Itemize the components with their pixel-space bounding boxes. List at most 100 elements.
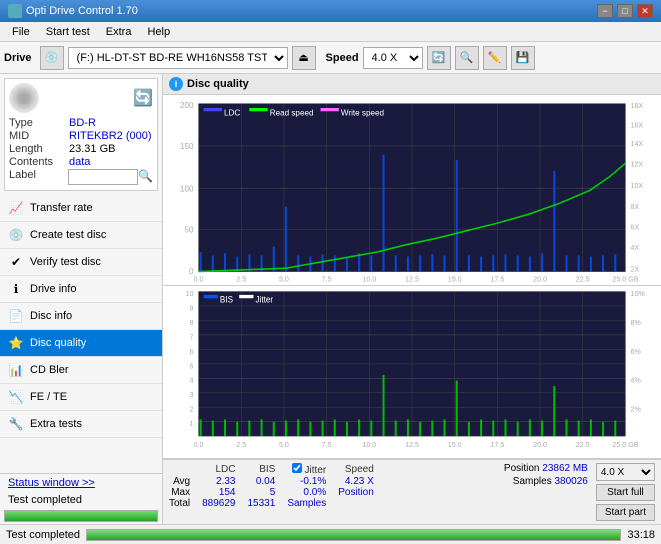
- type-label: Type: [9, 117, 69, 129]
- eject-button[interactable]: ⏏: [292, 46, 316, 70]
- status-bar-left: Status window >> Test completed: [0, 473, 162, 524]
- bottom-status-text: Test completed: [6, 529, 80, 541]
- svg-text:14X: 14X: [631, 139, 644, 148]
- start-full-button[interactable]: Start full: [596, 484, 655, 501]
- mid-value: RITEKBR2 (000): [69, 130, 152, 142]
- stats-max-row: Max 154 5 0.0% Position: [169, 487, 386, 498]
- max-jitter: 0.0%: [287, 487, 338, 498]
- nav-icon: ℹ: [8, 281, 24, 297]
- close-button[interactable]: ✕: [637, 4, 653, 18]
- refresh-button[interactable]: 🔄: [427, 46, 451, 70]
- save-button[interactable]: 💾: [511, 46, 535, 70]
- disc-icon: [9, 83, 39, 113]
- total-bis: 15331: [248, 498, 288, 509]
- menu-help[interactable]: Help: [139, 24, 178, 40]
- svg-text:22.5: 22.5: [576, 274, 590, 283]
- nav-label: Drive info: [30, 283, 76, 295]
- content-area: i Disc quality: [163, 74, 661, 524]
- position-value: 23862 MB: [542, 463, 588, 474]
- menu-extra[interactable]: Extra: [98, 24, 140, 40]
- jitter-checkbox[interactable]: [292, 463, 302, 473]
- maximize-button[interactable]: □: [617, 4, 633, 18]
- svg-text:12X: 12X: [631, 159, 644, 168]
- nav-list: 📈Transfer rate💿Create test disc✔Verify t…: [0, 195, 162, 438]
- total-ldc: 889629: [202, 498, 247, 509]
- col-header-ldc: LDC: [202, 463, 247, 476]
- title-bar: Opti Drive Control 1.70 − □ ✕: [0, 0, 661, 22]
- chart1-svg: LDC Read speed Write speed: [163, 95, 661, 285]
- speed-select-stats[interactable]: 4.0 X: [596, 463, 655, 481]
- status-completed-text: Test completed: [0, 492, 162, 508]
- sidebar-item-create-test-disc[interactable]: 💿Create test disc: [0, 222, 162, 249]
- svg-text:8%: 8%: [631, 317, 642, 326]
- stats-bar: LDC BIS Jitter Speed Avg 2.: [163, 459, 661, 524]
- label-edit-icon[interactable]: 🔍: [138, 169, 153, 185]
- status-window-button[interactable]: Status window >>: [0, 474, 162, 492]
- nav-label: Disc info: [30, 310, 72, 322]
- svg-text:16X: 16X: [631, 120, 644, 129]
- disc-refresh-button[interactable]: 🔄: [133, 88, 153, 108]
- sidebar-item-drive-info[interactable]: ℹ Drive info: [0, 276, 162, 303]
- speed-select[interactable]: 4.0 X: [363, 47, 423, 69]
- sidebar-item-transfer-rate[interactable]: 📈Transfer rate: [0, 195, 162, 222]
- svg-text:25.0 GB: 25.0 GB: [612, 440, 638, 449]
- nav-label: Verify test disc: [30, 256, 101, 268]
- svg-text:4X: 4X: [631, 243, 640, 252]
- write-button[interactable]: ✏️: [483, 46, 507, 70]
- drive-icon-btn[interactable]: 💿: [40, 46, 64, 70]
- disc-quality-icon: i: [169, 77, 183, 91]
- minimize-button[interactable]: −: [597, 4, 613, 18]
- menu-bar: File Start test Extra Help: [0, 22, 661, 42]
- svg-text:6: 6: [190, 346, 194, 355]
- total-label: Total: [169, 498, 202, 509]
- svg-text:5: 5: [190, 361, 194, 370]
- sidebar-item-disc-quality[interactable]: ⭐Disc quality: [0, 330, 162, 357]
- disc-contents-row: Contents data: [9, 156, 153, 168]
- svg-text:12.5: 12.5: [405, 440, 419, 449]
- stats-avg-row: Avg 2.33 0.04 -0.1% 4.23 X: [169, 476, 386, 487]
- sidebar-item-extra-tests[interactable]: 🔧Extra tests: [0, 411, 162, 438]
- sidebar-progress-container: [4, 510, 158, 522]
- speed-label: Speed: [326, 52, 359, 64]
- sidebar-item-cd-bler[interactable]: 📊CD Bler: [0, 357, 162, 384]
- position-row: Position 23862 MB: [504, 463, 588, 474]
- jitter-label: Jitter: [305, 465, 327, 476]
- speed-value: 4.23 X: [338, 476, 386, 487]
- nav-label: CD Bler: [30, 364, 69, 376]
- sidebar-item-verify-test-disc[interactable]: ✔Verify test disc: [0, 249, 162, 276]
- sidebar-item-fe---te[interactable]: 📉FE / TE: [0, 384, 162, 411]
- bottom-progress-fill: [87, 530, 620, 540]
- start-part-button[interactable]: Start part: [596, 504, 655, 521]
- disc-panel: 🔄 Type BD-R MID RITEKBR2 (000) Length 23…: [4, 78, 158, 191]
- svg-text:5.0: 5.0: [279, 440, 289, 449]
- nav-icon: 🔧: [8, 416, 24, 432]
- max-label: Max: [169, 487, 202, 498]
- svg-text:50: 50: [184, 224, 193, 234]
- drive-select[interactable]: (F:) HL-DT-ST BD-RE WH16NS58 TST4: [68, 47, 288, 69]
- contents-value: data: [69, 156, 90, 168]
- svg-text:8: 8: [190, 317, 194, 326]
- disc-label-row: Label 🔍: [9, 169, 153, 185]
- scan-button[interactable]: 🔍: [455, 46, 479, 70]
- nav-label: Disc quality: [30, 337, 86, 349]
- svg-text:15.0: 15.0: [448, 274, 462, 283]
- svg-text:17.5: 17.5: [490, 274, 504, 283]
- svg-text:2%: 2%: [631, 404, 642, 413]
- stats-table: LDC BIS Jitter Speed Avg 2.: [169, 463, 496, 509]
- svg-text:LDC: LDC: [224, 107, 240, 117]
- menu-file[interactable]: File: [4, 24, 38, 40]
- menu-start-test[interactable]: Start test: [38, 24, 98, 40]
- sidebar-item-disc-info[interactable]: 📄Disc info: [0, 303, 162, 330]
- stats-right: Position 23862 MB Samples 380026: [504, 463, 588, 487]
- svg-text:20.0: 20.0: [533, 274, 547, 283]
- type-value: BD-R: [69, 117, 96, 129]
- svg-text:7.5: 7.5: [322, 274, 332, 283]
- length-label: Length: [9, 143, 69, 155]
- svg-text:3: 3: [190, 390, 194, 399]
- disc-label-input[interactable]: [68, 169, 138, 185]
- svg-text:18X: 18X: [631, 101, 644, 110]
- stats-total-row: Total 889629 15331 Samples: [169, 498, 386, 509]
- svg-text:8X: 8X: [631, 202, 640, 211]
- col-header-empty: [169, 463, 202, 476]
- col-header-speed: Speed: [338, 463, 386, 476]
